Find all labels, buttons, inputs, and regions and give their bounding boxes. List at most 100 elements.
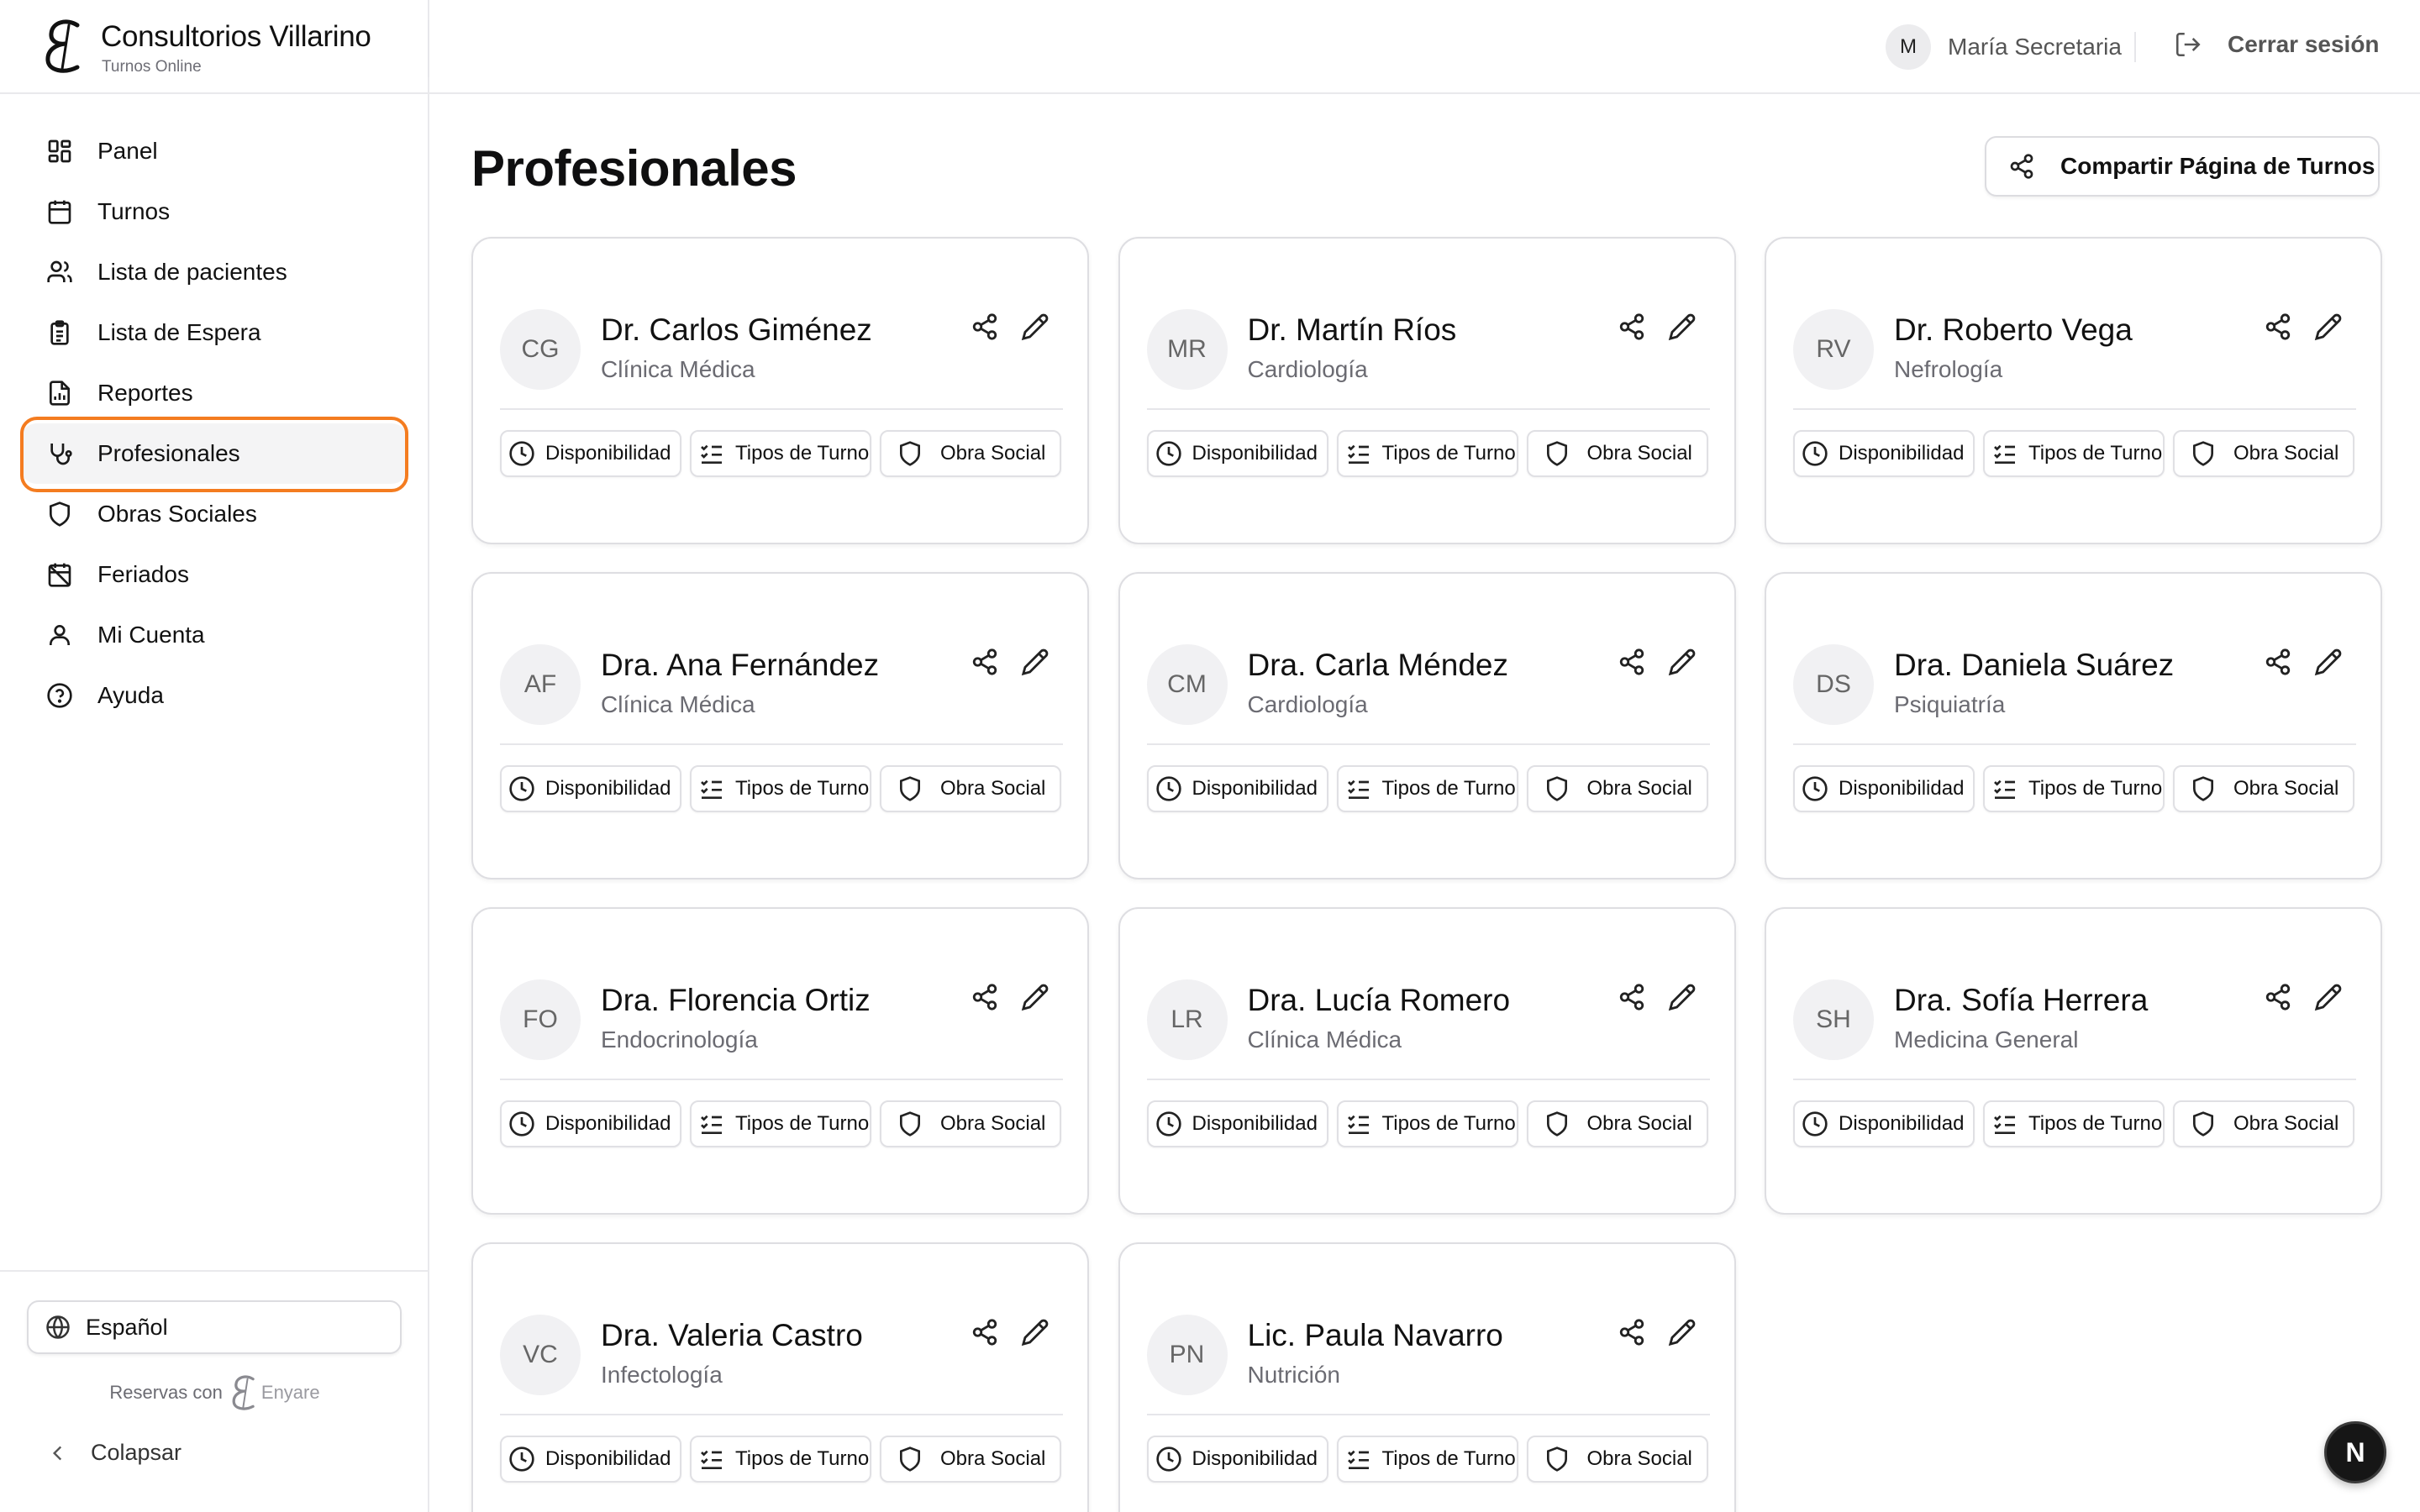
sidebar-item-turnos[interactable]: Turnos [20,181,408,242]
appointment-types-button[interactable]: Tipos de Turno [690,1436,871,1483]
availability-button[interactable]: Disponibilidad [500,1436,681,1483]
grid-icon [45,137,74,165]
appointment-types-button[interactable]: Tipos de Turno [1983,765,2165,812]
sidebar-item-lista-espera[interactable]: Lista de Espera [20,302,408,363]
pencil-icon[interactable] [2314,648,2346,680]
pencil-icon[interactable] [2314,983,2346,1015]
sidebar-item-ayuda[interactable]: Ayuda [20,665,408,726]
insurance-button[interactable]: Obra Social [1526,1100,1708,1147]
sidebar-item-mi-cuenta[interactable]: Mi Cuenta [20,605,408,665]
availability-button[interactable]: Disponibilidad [1146,430,1328,477]
share-icon[interactable] [971,648,1002,680]
appointment-types-button[interactable]: Tipos de Turno [690,765,871,812]
pencil-icon[interactable] [2314,312,2346,344]
pencil-icon[interactable] [1021,648,1053,680]
pencil-icon[interactable] [1668,983,1700,1015]
professional-specialty: Clínica Médica [601,356,755,382]
insurance-button[interactable]: Obra Social [2173,1100,2354,1147]
share-icon[interactable] [971,983,1002,1015]
appointment-types-button[interactable]: Tipos de Turno [1336,1436,1518,1483]
insurance-button[interactable]: Obra Social [880,1436,1061,1483]
availability-button[interactable]: Disponibilidad [1146,1436,1328,1483]
availability-button[interactable]: Disponibilidad [1146,765,1328,812]
professional-avatar: LR [1146,979,1228,1060]
appointment-types-button[interactable]: Tipos de Turno [1336,765,1518,812]
insurance-button[interactable]: Obra Social [880,765,1061,812]
pencil-icon[interactable] [1668,1318,1700,1350]
share-icon[interactable] [1618,983,1649,1015]
sidebar-item-panel[interactable]: Panel [20,121,408,181]
list-checks-icon [1345,1110,1372,1137]
pencil-icon[interactable] [1021,983,1053,1015]
insurance-button[interactable]: Obra Social [1526,1436,1708,1483]
appointment-types-button[interactable]: Tipos de Turno [1983,1100,2165,1147]
floating-action-button[interactable]: N [2324,1421,2386,1483]
card-actions: Disponibilidad Tipos de Turno Obra Socia… [1793,1100,2363,1147]
insurance-button[interactable]: Obra Social [880,1100,1061,1147]
professional-specialty: Endocrinología [601,1026,758,1053]
list-checks-icon [1991,1110,2018,1137]
user-menu[interactable]: M María Secretaria [1886,24,2122,70]
sidebar-item-profesionales[interactable]: Profesionales [20,423,408,484]
pencil-icon[interactable] [1021,312,1053,344]
shield-icon [1544,1446,1570,1473]
insurance-button[interactable]: Obra Social [1526,430,1708,477]
list-checks-icon [1345,775,1372,802]
share-icon[interactable] [1618,312,1649,344]
sidebar-item-label: Turnos [97,198,171,224]
card-divider [500,1414,1063,1415]
share-icon[interactable] [1618,1318,1649,1350]
brand-logo-icon[interactable] [44,18,82,74]
availability-button[interactable]: Disponibilidad [500,430,681,477]
insurance-button[interactable]: Obra Social [2173,430,2354,477]
availability-label: Disponibilidad [545,1447,671,1470]
appointment-types-button[interactable]: Tipos de Turno [1336,430,1518,477]
collapse-button[interactable]: Colapsar [47,1440,182,1466]
insurance-label: Obra Social [1586,1112,1692,1135]
share-icon[interactable] [2264,312,2296,344]
card-divider [1793,1079,2356,1080]
availability-button[interactable]: Disponibilidad [1793,430,1975,477]
professional-card: SH Dra. Sofía Herrera Medicina General D… [1765,907,2382,1215]
pencil-icon[interactable] [1021,1318,1053,1350]
insurance-button[interactable]: Obra Social [880,430,1061,477]
card-actions: Disponibilidad Tipos de Turno Obra Socia… [500,1100,1070,1147]
sidebar-item-pacientes[interactable]: Lista de pacientes [20,242,408,302]
appointment-types-label: Tipos de Turno [735,1112,870,1135]
availability-button[interactable]: Disponibilidad [1793,1100,1975,1147]
insurance-button[interactable]: Obra Social [2173,765,2354,812]
sidebar-item-label: Mi Cuenta [97,622,205,648]
share-icon[interactable] [1618,648,1649,680]
share-icon[interactable] [2264,648,2296,680]
share-icon[interactable] [971,1318,1002,1350]
sidebar-item-obras-sociales[interactable]: Obras Sociales [20,484,408,544]
availability-button[interactable]: Disponibilidad [500,1100,681,1147]
powered-by[interactable]: Reservas con Enyare [0,1374,429,1411]
availability-button[interactable]: Disponibilidad [500,765,681,812]
share-booking-page-button[interactable]: Compartir Página de Turnos [1985,136,2380,197]
professional-card: FO Dra. Florencia Ortiz Endocrinología D… [471,907,1089,1215]
availability-button[interactable]: Disponibilidad [1146,1100,1328,1147]
insurance-button[interactable]: Obra Social [1526,765,1708,812]
logout-button[interactable]: Cerrar sesión [2174,30,2380,59]
language-selector[interactable]: Español [27,1300,402,1354]
sidebar-item-reportes[interactable]: Reportes [20,363,408,423]
appointment-types-label: Tipos de Turno [1381,1112,1516,1135]
card-actions: Disponibilidad Tipos de Turno Obra Socia… [1146,1436,1717,1483]
appointment-types-button[interactable]: Tipos de Turno [690,430,871,477]
appointment-types-button[interactable]: Tipos de Turno [690,1100,871,1147]
share-icon[interactable] [2264,983,2296,1015]
pencil-icon[interactable] [1668,648,1700,680]
card-actions: Disponibilidad Tipos de Turno Obra Socia… [500,1436,1070,1483]
appointment-types-button[interactable]: Tipos de Turno [1336,1100,1518,1147]
card-actions: Disponibilidad Tipos de Turno Obra Socia… [1146,430,1717,477]
clipboard-icon [45,318,74,347]
appointment-types-button[interactable]: Tipos de Turno [1983,430,2165,477]
pencil-icon[interactable] [1668,312,1700,344]
topbar-divider [2134,32,2136,62]
card-divider [1146,1079,1710,1080]
share-icon[interactable] [971,312,1002,344]
sidebar-item-feriados[interactable]: Feriados [20,544,408,605]
help-circle-icon [45,681,74,710]
availability-button[interactable]: Disponibilidad [1793,765,1975,812]
